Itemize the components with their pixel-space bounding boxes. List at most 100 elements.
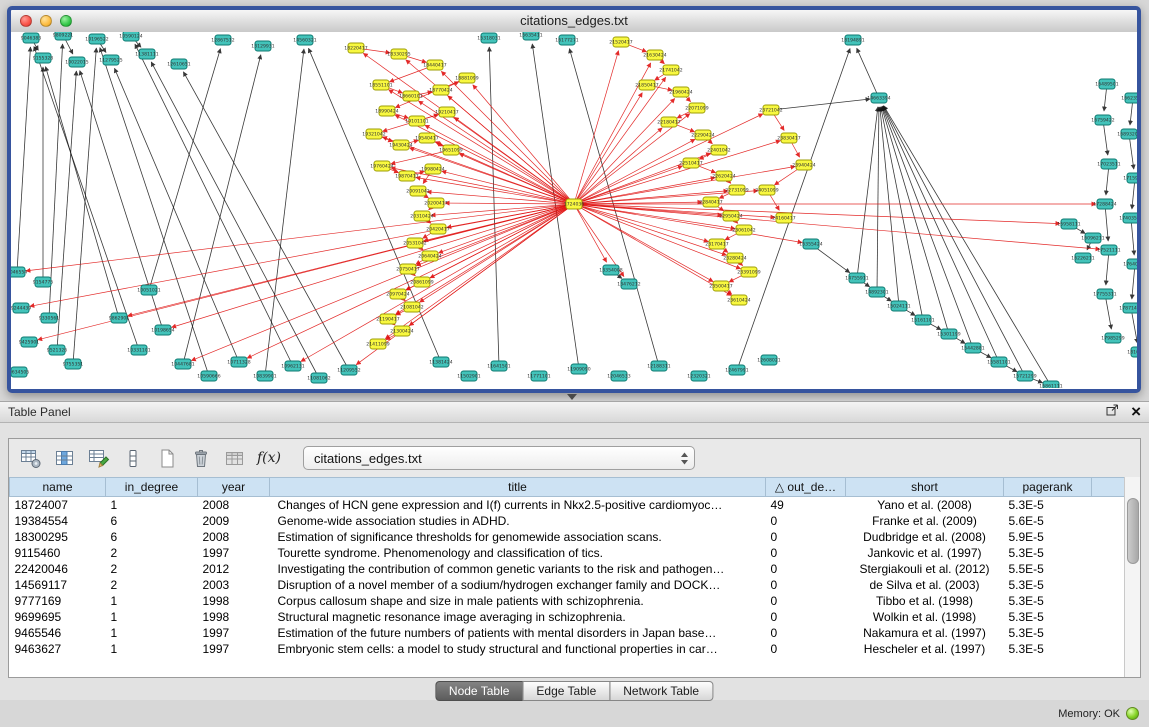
table-row[interactable]: 1938455462009Genome-wide association stu… [10,513,1125,529]
graph-node[interactable]: 21960424 [669,87,692,97]
graph-edge[interactable] [883,106,999,362]
graph-node[interactable]: 22731099 [725,185,748,195]
graph-node[interactable]: 16355424 [799,239,822,249]
graph-node[interactable]: 15861111 [1039,381,1062,388]
new-table-button[interactable] [151,443,183,473]
table-cell[interactable]: 2008 [198,529,270,545]
table-cell[interactable]: de Silva et al. (2003) [846,577,1004,593]
graph-node[interactable]: 12867512 [211,35,234,45]
column-header-year[interactable]: year [198,478,270,497]
graph-node[interactable]: 22840417 [699,197,722,207]
table-cell[interactable]: 0 [766,513,846,529]
graph-node[interactable]: 20861099 [410,277,433,287]
graph-node[interactable]: 11381111 [135,49,158,59]
graph-node[interactable]: 23391099 [737,267,760,277]
table-cell[interactable]: 1 [106,593,198,609]
graph-edge[interactable] [128,204,574,316]
graph-node[interactable]: 10839901 [253,371,276,381]
graph-edge[interactable] [172,204,574,327]
graph-node[interactable]: 17023511 [1097,159,1120,169]
graph-node[interactable]: 9521326 [47,345,68,355]
graph-node[interactable]: 20531042 [403,238,426,248]
close-window-button[interactable] [20,15,32,27]
graph-node[interactable]: 22290424 [691,130,714,140]
table-cell[interactable]: Disruption of a novel member of a sodium… [270,577,766,593]
graph-node[interactable]: 12188311 [647,361,670,371]
scrollbar-thumb[interactable] [1127,498,1139,564]
graph-node[interactable]: 15635411 [519,32,542,40]
graph-edge[interactable] [574,204,1060,224]
graph-edge[interactable] [1105,204,1108,241]
graph-node[interactable]: 16096211 [1081,233,1104,243]
network-canvas[interactable]: 9046383980922110196522105901249155328100… [11,32,1137,389]
graph-node[interactable]: 11209552 [337,365,360,375]
graph-node[interactable]: 17159666 [1123,173,1137,183]
graph-edge[interactable] [30,204,574,306]
graph-node[interactable]: 22510417 [679,158,702,168]
graph-node[interactable]: 10331101 [127,345,150,355]
graph-edge[interactable] [17,47,30,272]
graph-node[interactable]: 18990424 [375,106,398,116]
graph-node[interactable]: 15581101 [987,357,1010,367]
graph-node[interactable]: 10051021 [137,285,160,295]
table-cell[interactable]: 6 [106,529,198,545]
graph-node[interactable]: 22180417 [657,117,680,127]
graph-node[interactable]: 18103111 [1127,347,1137,357]
close-panel-icon[interactable]: × [1131,405,1141,419]
graph-node[interactable]: 17521111 [1097,245,1120,255]
table-selector-dropdown[interactable]: citations_edges.txt [303,446,695,470]
table-cell[interactable]: 19384554 [10,513,106,529]
graph-node[interactable]: 21411099 [366,339,389,349]
graph-node[interactable]: 11502901 [457,371,480,381]
graph-edge[interactable] [882,107,949,334]
graph-node[interactable]: 9244439 [11,303,31,313]
import-table-button[interactable] [219,443,251,473]
graph-edge[interactable] [574,204,731,295]
graph-edge[interactable] [57,71,76,350]
graph-node[interactable]: 23170417 [705,239,728,249]
graph-node[interactable]: 16893201 [1117,129,1137,139]
graph-node[interactable]: 18220417 [344,43,367,53]
graph-node[interactable]: 11381424 [429,357,452,367]
table-cell[interactable]: Embryonic stem cells: a model to study s… [270,641,766,657]
graph-node[interactable]: 18440417 [423,60,446,70]
graph-edge[interactable] [356,204,574,365]
graph-node[interactable]: 10196522 [85,34,108,44]
graph-node[interactable]: 19321042 [362,129,385,139]
table-cell[interactable]: Estimation of the future numbers of pati… [270,625,766,641]
graph-node[interactable]: 22071099 [685,103,708,113]
table-settings-button[interactable] [15,443,47,473]
graph-node[interactable]: 15318031 [477,33,500,43]
table-cell[interactable]: 2 [106,545,198,561]
graph-edge[interactable] [441,71,574,204]
graph-node[interactable]: 19651099 [439,145,462,155]
table-cell[interactable]: 0 [766,577,846,593]
table-row[interactable]: 1872400712008Changes of HCN gene express… [10,497,1125,514]
graph-node[interactable]: 21850417 [635,80,658,90]
graph-edge[interactable] [574,204,726,255]
graph-edge[interactable] [100,48,209,376]
graph-edge[interactable] [880,107,899,306]
column-header-in_degree[interactable]: in_degree [106,478,198,497]
table-cell[interactable]: Changes of HCN gene expression and I(f) … [270,497,766,514]
graph-node[interactable]: 9425901 [19,337,40,347]
graph-edge[interactable] [737,48,850,370]
graph-node[interactable]: 9755351 [63,359,84,369]
graph-node[interactable]: 20420417 [426,224,449,234]
table-cell[interactable]: Wolkin et al. (1998) [846,609,1004,625]
graph-node[interactable]: 21081042 [400,302,423,312]
graph-node[interactable]: 23830417 [777,133,800,143]
graph-node[interactable]: 19980424 [421,164,444,174]
table-cell[interactable]: 5.3E-5 [1004,609,1092,625]
graph-node[interactable]: 13354008 [599,265,622,275]
graph-node[interactable]: 14663394 [867,93,890,103]
graph-edge[interactable] [771,99,870,110]
table-cell[interactable]: 5.3E-5 [1004,497,1092,514]
graph-edge[interactable] [881,107,923,320]
graph-edge[interactable] [410,148,574,204]
table-cell[interactable]: 5.3E-5 [1004,625,1092,641]
graph-node[interactable]: 23610424 [727,295,750,305]
graph-edge[interactable] [149,49,220,290]
graph-edge[interactable] [574,204,735,229]
graph-node[interactable]: 16489501 [1095,79,1118,89]
